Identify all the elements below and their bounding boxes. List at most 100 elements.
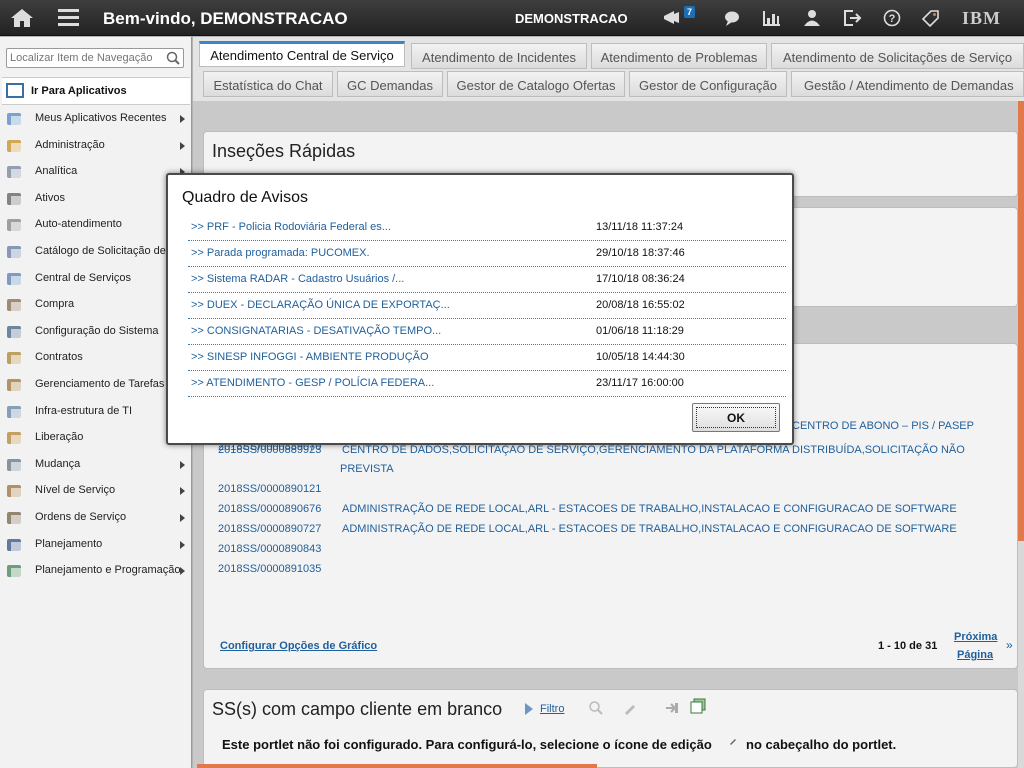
sidebar-item-10[interactable]: Gerenciamento de Tarefas (2, 372, 190, 398)
sidebar-item-label: Ordens de Serviço (35, 511, 127, 523)
notice-row[interactable]: >> ATENDIMENTO - GESP / POLÍCIA FEDERA..… (188, 371, 786, 397)
service-request-description[interactable]: ADMINISTRAÇÃO DE REDE LOCAL,ARL - ESTACO… (342, 503, 957, 515)
sidebar-item-16[interactable]: Planejamento (2, 532, 190, 558)
bulletin-board-icon[interactable] (662, 9, 682, 27)
pagination-label: 1 - 10 de 31 (878, 640, 938, 652)
tab-atendimento-de-incidentes[interactable]: Atendimento de Incidentes (411, 43, 587, 69)
reports-icon[interactable] (762, 9, 782, 27)
service-request-id-link[interactable]: 2018SS/0000890676 (218, 503, 321, 515)
notice-date: 29/10/18 18:37:46 (596, 247, 685, 259)
sidebar-item-0[interactable]: Meus Aplicativos Recentes (2, 106, 190, 132)
ibm-logo: IBM (962, 8, 1001, 28)
search-icon[interactable] (166, 51, 180, 65)
filter-link[interactable]: Filtro (540, 703, 564, 715)
notice-row[interactable]: >> PRF - Policia Rodoviária Federal es..… (188, 215, 786, 241)
search-portlet-icon[interactable] (588, 700, 604, 716)
service-request-description[interactable]: CENTRO DE ABONO – PIS / PASEP (792, 420, 974, 432)
blank-client-portlet: SS(s) com campo cliente em branco Filtro… (203, 689, 1018, 768)
analytics-icon (5, 163, 25, 181)
service-request-id-link[interactable]: 2018SS/0000890843 (218, 543, 321, 555)
service-request-id-link[interactable]: 2018SS/0000890121 (218, 483, 321, 495)
download-icon[interactable] (664, 700, 680, 716)
sidebar-item-11[interactable]: Infra-estrutura de TI (2, 399, 190, 425)
sidebar-item-14[interactable]: Nível de Serviço (2, 478, 190, 504)
service-request-description[interactable]: ADMINISTRAÇÃO DE REDE LOCAL,ARL - ESTACO… (342, 523, 957, 535)
profile-icon[interactable] (802, 9, 822, 27)
sidebar-item-4[interactable]: Auto-atendimento (2, 212, 190, 238)
notice-title-link[interactable]: >> Sistema RADAR - Cadastro Usuários /..… (191, 273, 404, 285)
sidebar-item-6[interactable]: Central de Serviços (2, 266, 190, 292)
sidebar-item-3[interactable]: Ativos (2, 186, 190, 212)
username-label[interactable]: DEMONSTRACAO (515, 11, 628, 26)
tab-gestor-de-catalogo-ofertas[interactable]: Gestor de Catalogo Ofertas (447, 71, 625, 97)
notice-title-link[interactable]: >> CONSIGNATARIAS - DESATIVAÇÃO TEMPO... (191, 325, 441, 337)
system-config-icon (5, 323, 25, 341)
notice-title-link[interactable]: >> ATENDIMENTO - GESP / POLÍCIA FEDERA..… (191, 377, 434, 389)
loading-progress-bar (197, 764, 597, 768)
notice-title-link[interactable]: >> SINESP INFOGGI - AMBIENTE PRODUÇÃO (191, 351, 429, 363)
next-page-link[interactable]: Próxima (954, 631, 997, 643)
tag-icon[interactable] (920, 9, 940, 27)
submenu-arrow-icon (180, 540, 185, 549)
task-management-icon (5, 376, 25, 394)
notice-row[interactable]: >> Parada programada: PUCOMEX. 29/10/18 1… (188, 241, 786, 267)
tab-gestor-de-configuracao[interactable]: Gestor de Configuração (629, 71, 787, 97)
sidebar-item-7[interactable]: Compra (2, 292, 190, 318)
chat-icon[interactable] (722, 9, 742, 27)
sidebar-item-15[interactable]: Ordens de Serviço (2, 505, 190, 531)
sidebar-item-label: Nível de Serviço (35, 484, 116, 497)
submenu-arrow-icon (180, 115, 185, 123)
tab-gestao-atendimento-de-demandas[interactable]: Gestão / Atendimento de Demandas (791, 71, 1024, 97)
service-request-description[interactable]: CENTRO DE DADOS,SOLICITAÇÃO DE SERVIÇO,G… (342, 444, 965, 456)
sidebar-item-12[interactable]: Liberação (2, 425, 190, 451)
applications-icon (6, 83, 24, 98)
tab-gc-demandas[interactable]: GC Demandas (337, 71, 443, 97)
next-page-arrow-icon[interactable]: » (1006, 638, 1013, 652)
sign-out-icon[interactable] (842, 9, 862, 27)
service-request-description-continued[interactable]: PREVISTA (340, 463, 394, 475)
change-icon (5, 456, 25, 474)
notice-row[interactable]: >> DUEX - DECLARAÇÃO ÚNICA DE EXPORTAÇ..… (188, 293, 786, 319)
notice-date: 10/05/18 14:44:30 (596, 351, 685, 363)
notice-row[interactable]: >> SINESP INFOGGI - AMBIENTE PRODUÇÃO 10/… (188, 345, 786, 371)
sidebar-item-5[interactable]: Catálogo de Solicitação de (2, 239, 190, 265)
ok-button[interactable]: OK (692, 403, 780, 432)
tab-atendimento-central-de-servico[interactable]: Atendimento Central de Serviço (199, 41, 405, 67)
filter-arrow-icon[interactable] (524, 702, 534, 716)
table-settings-icon[interactable] (690, 698, 706, 714)
tab-estatistica-do-chat[interactable]: Estatística do Chat (203, 71, 333, 97)
sidebar-item-13[interactable]: Mudança (2, 452, 190, 478)
right-scrollbar[interactable] (1018, 101, 1024, 541)
release-icon (5, 429, 25, 447)
notice-row[interactable]: >> Sistema RADAR - Cadastro Usuários /..… (188, 267, 786, 293)
service-request-id-link[interactable]: 2018SS/0000890727 (218, 523, 321, 535)
go-to-applications-button[interactable]: Ir Para Aplicativos (2, 77, 190, 105)
sidebar-item-label: Planejamento e Programação (35, 564, 181, 577)
service-request-id-link[interactable]: 2018SS/0000889923 (218, 444, 321, 456)
tab-atendimento-de-problemas[interactable]: Atendimento de Problemas (591, 43, 767, 69)
sidebar-item-9[interactable]: Contratos (2, 345, 190, 371)
notice-title-link[interactable]: >> PRF - Policia Rodoviária Federal es..… (191, 221, 391, 233)
notice-title-link[interactable]: >> DUEX - DECLARAÇÃO ÚNICA DE EXPORTAÇ..… (191, 299, 450, 311)
notice-title-link[interactable]: >> Parada programada: PUCOMEX. (191, 247, 370, 259)
help-icon[interactable]: ? (882, 9, 902, 27)
sidebar-item-8[interactable]: Configuração do Sistema (2, 319, 190, 345)
sidebar-item-1[interactable]: Administração (2, 133, 190, 159)
notice-row[interactable]: >> CONSIGNATARIAS - DESATIVAÇÃO TEMPO...… (188, 319, 786, 345)
submenu-arrow-icon (180, 567, 185, 576)
configure-chart-options-link[interactable]: Configurar Opções de Gráfico (220, 640, 377, 652)
right-scrollbar-track (1018, 541, 1024, 768)
hamburger-menu-icon[interactable] (58, 9, 79, 27)
next-page-link-2[interactable]: Página (957, 649, 993, 661)
go-to-applications-label: Ir Para Aplicativos (31, 85, 127, 97)
sidebar-item-2[interactable]: Analítica (2, 159, 190, 185)
not-configured-message: Este portlet não foi configurado. Para c… (222, 737, 712, 752)
clear-filter-icon[interactable] (622, 700, 638, 716)
sidebar-item-17[interactable]: Planejamento e Programação (2, 558, 190, 584)
tab-atendimento-de-solicitacoes-de-servico[interactable]: Atendimento de Solicitações de Serviço (771, 43, 1024, 69)
navigation-search-input[interactable] (6, 48, 184, 68)
sidebar-item-label: Mudança (35, 457, 81, 470)
service-request-id-link[interactable]: 2018SS/0000891035 (218, 563, 321, 575)
notice-date: 20/08/18 16:55:02 (596, 299, 685, 311)
home-icon[interactable] (10, 8, 34, 28)
